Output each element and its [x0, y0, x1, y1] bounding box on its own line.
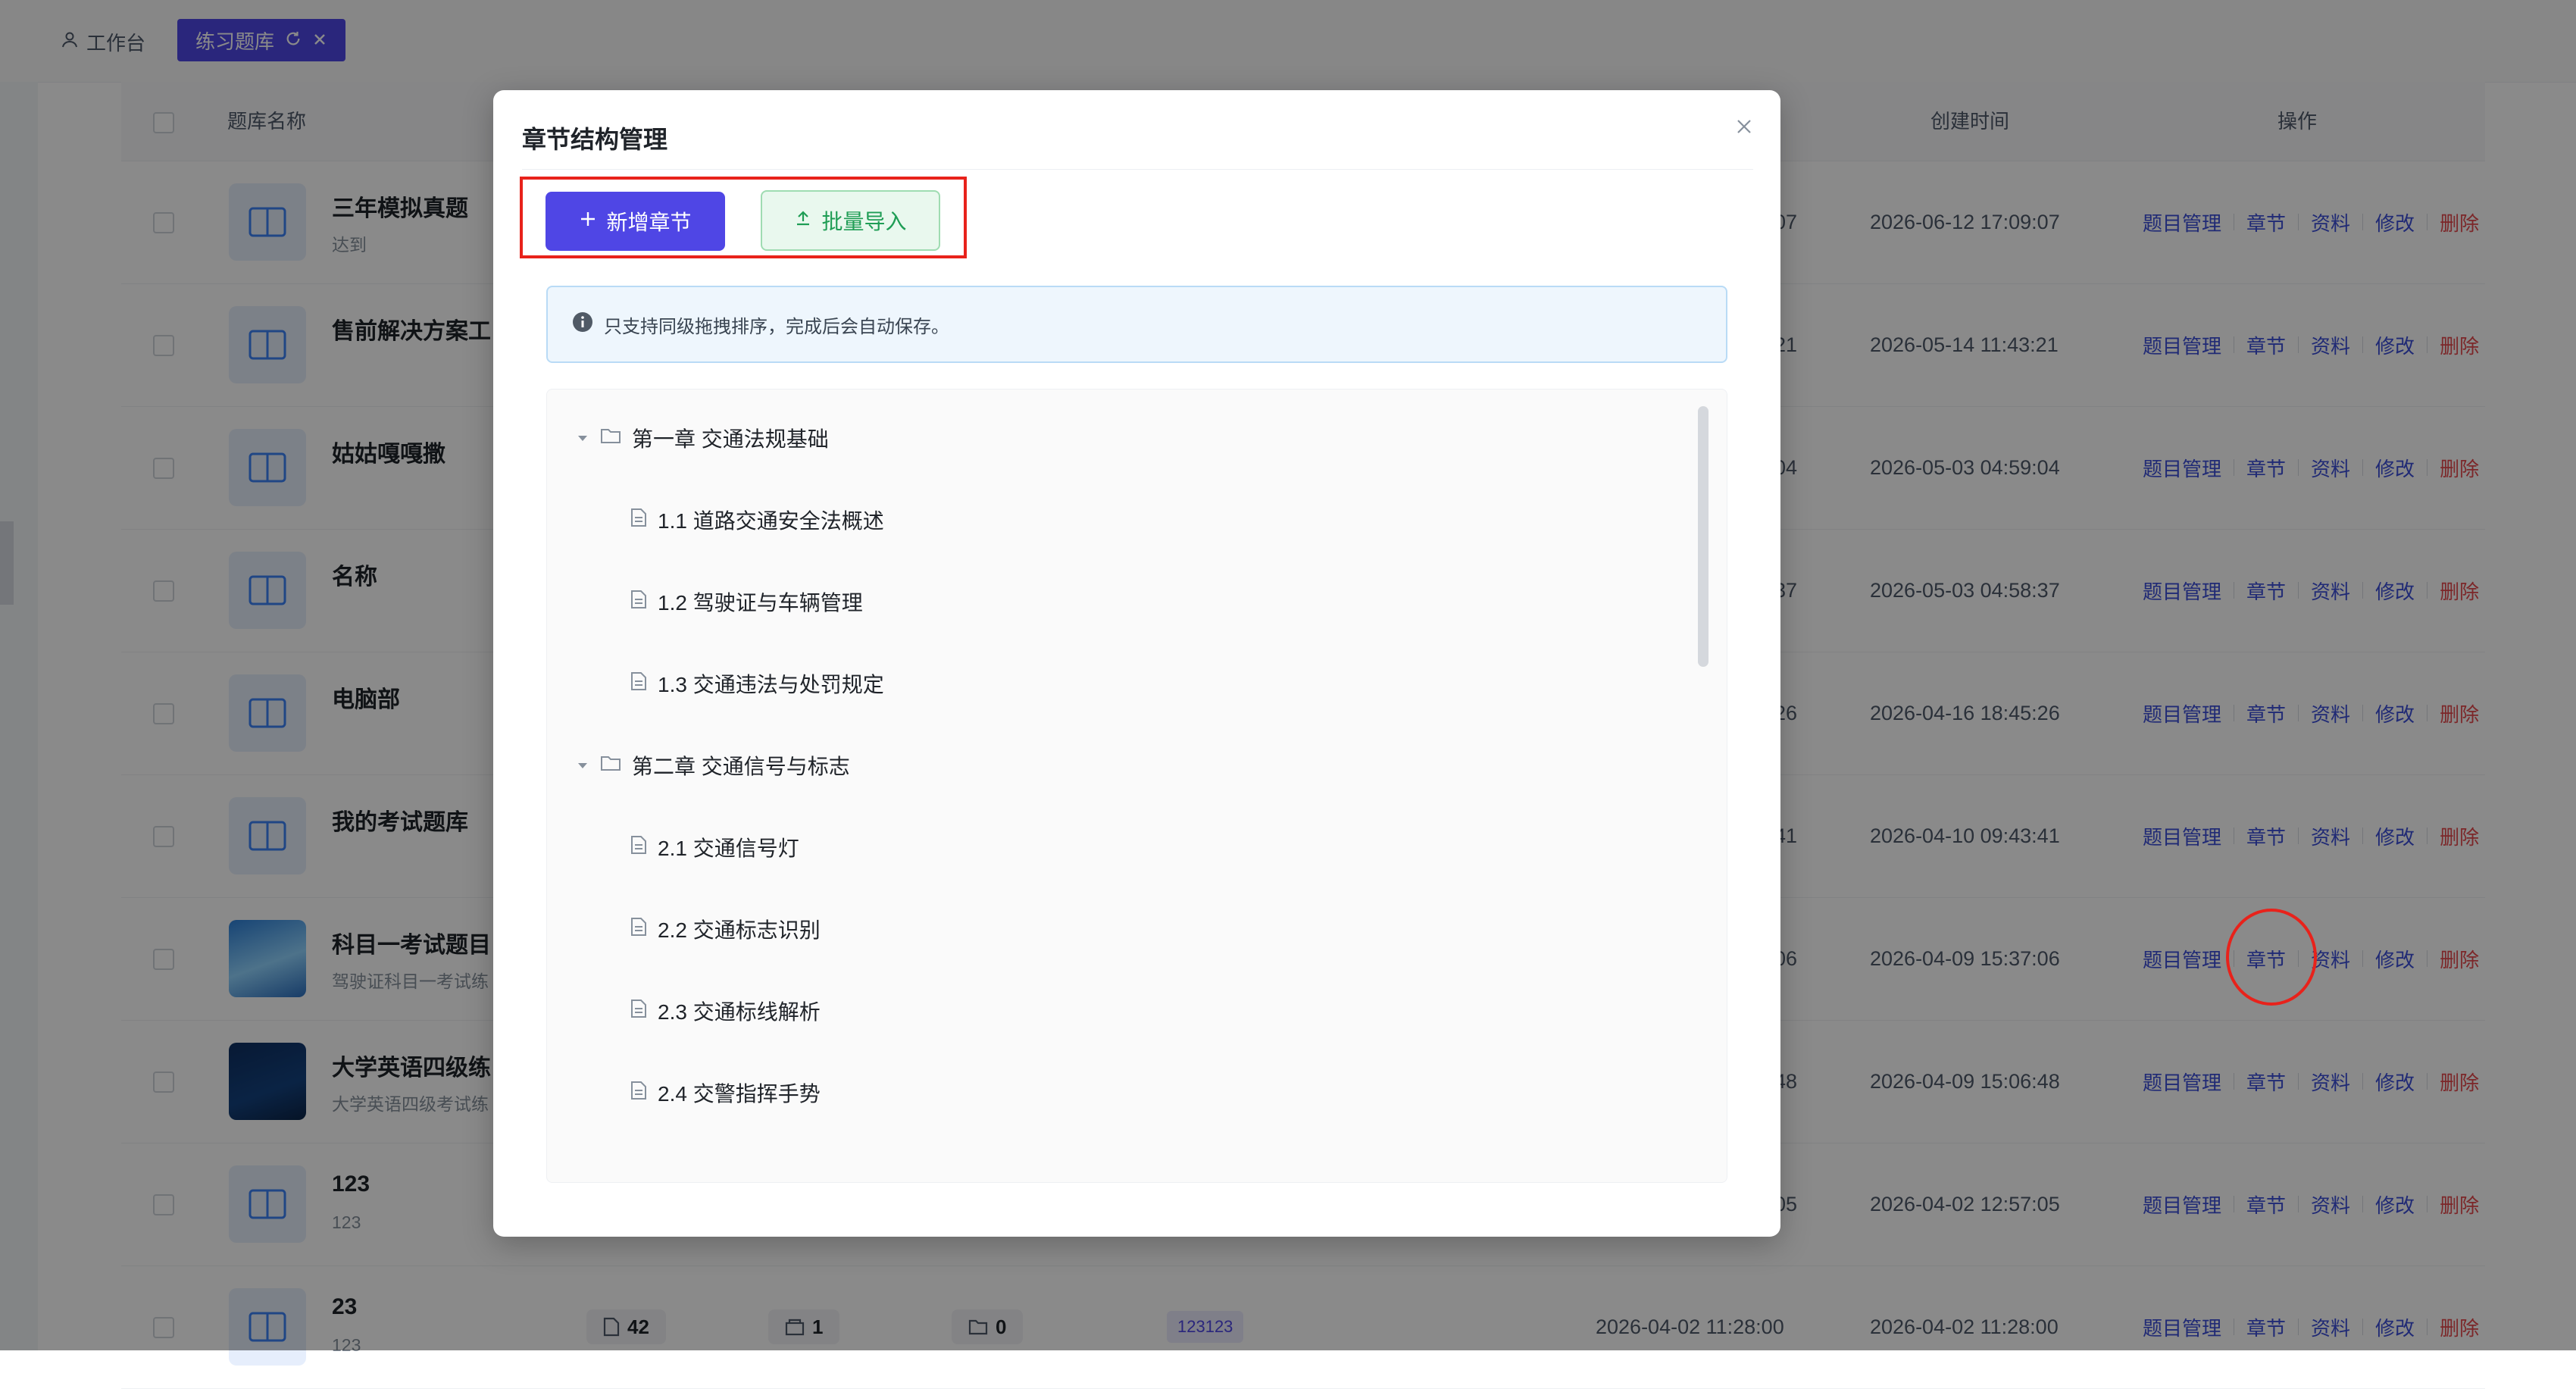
folder-icon	[600, 753, 621, 777]
file-icon	[630, 917, 647, 942]
notice-text: 只支持同级拖拽排序，完成后会自动保存。	[604, 316, 949, 337]
file-icon	[630, 835, 647, 860]
chapter-management-modal: 章节结构管理 新增章节 批量导入 只支持同级拖拽排序，完成后会自动保存。 第一章…	[493, 90, 1780, 1237]
tree-node-label: 1.3 交通违法与处罚规定	[658, 673, 884, 696]
file-icon	[630, 508, 647, 533]
file-icon	[630, 1081, 647, 1106]
tree-node-label: 2.3 交通标线解析	[658, 1000, 821, 1024]
annotation-circle	[2226, 909, 2317, 1006]
file-icon	[630, 671, 647, 696]
modal-divider	[522, 169, 1753, 170]
info-notice: 只支持同级拖拽排序，完成后会自动保存。	[546, 286, 1727, 363]
batch-import-label: 批量导入	[821, 210, 907, 233]
info-icon	[572, 311, 593, 338]
file-icon	[630, 999, 647, 1024]
tree-node-label: 1.2 驾驶证与车辆管理	[658, 591, 863, 615]
tree-node-label: 2.1 交通信号灯	[658, 837, 799, 860]
tree-section-node[interactable]: 2.4 交警指挥手势	[630, 1070, 821, 1115]
plus-icon	[579, 209, 597, 233]
tree-section-node[interactable]: 1.1 道路交通安全法概述	[630, 497, 884, 543]
tree-node-label: 第一章 交通法规基础	[632, 427, 829, 451]
tree-section-node[interactable]: 1.2 驾驶证与车辆管理	[630, 579, 863, 624]
tree-node-label: 2.4 交警指挥手势	[658, 1082, 821, 1106]
folder-icon	[600, 426, 621, 450]
tree-section-node[interactable]: 2.2 交通标志识别	[630, 906, 821, 952]
tree-section-node[interactable]: 2.3 交通标线解析	[630, 988, 821, 1034]
tree-chapter-node[interactable]: 第二章 交通信号与标志	[576, 743, 850, 788]
file-icon	[630, 590, 647, 615]
upload-icon	[794, 208, 812, 233]
tree-node-label: 1.1 道路交通安全法概述	[658, 509, 884, 533]
chapter-tree: 第一章 交通法规基础 1.1 道路交通安全法概述 1.2 驾驶证与车辆管理 1.3 交…	[546, 389, 1727, 1183]
tree-chapter-node[interactable]: 第一章 交通法规基础	[576, 415, 829, 461]
caret-down-icon[interactable]	[576, 426, 589, 450]
modal-title: 章节结构管理	[522, 126, 668, 153]
close-icon[interactable]	[1730, 113, 1758, 140]
tree-section-node[interactable]: 2.1 交通信号灯	[630, 824, 799, 870]
batch-import-button[interactable]: 批量导入	[761, 190, 940, 251]
tree-node-label: 第二章 交通信号与标志	[632, 755, 850, 778]
scrollbar-thumb[interactable]	[1698, 406, 1708, 667]
add-chapter-label: 新增章节	[606, 211, 692, 234]
tree-node-label: 2.2 交通标志识别	[658, 918, 821, 942]
tree-section-node[interactable]: 1.3 交通违法与处罚规定	[630, 661, 884, 706]
caret-down-icon[interactable]	[576, 753, 589, 777]
add-chapter-button[interactable]: 新增章节	[546, 192, 725, 251]
